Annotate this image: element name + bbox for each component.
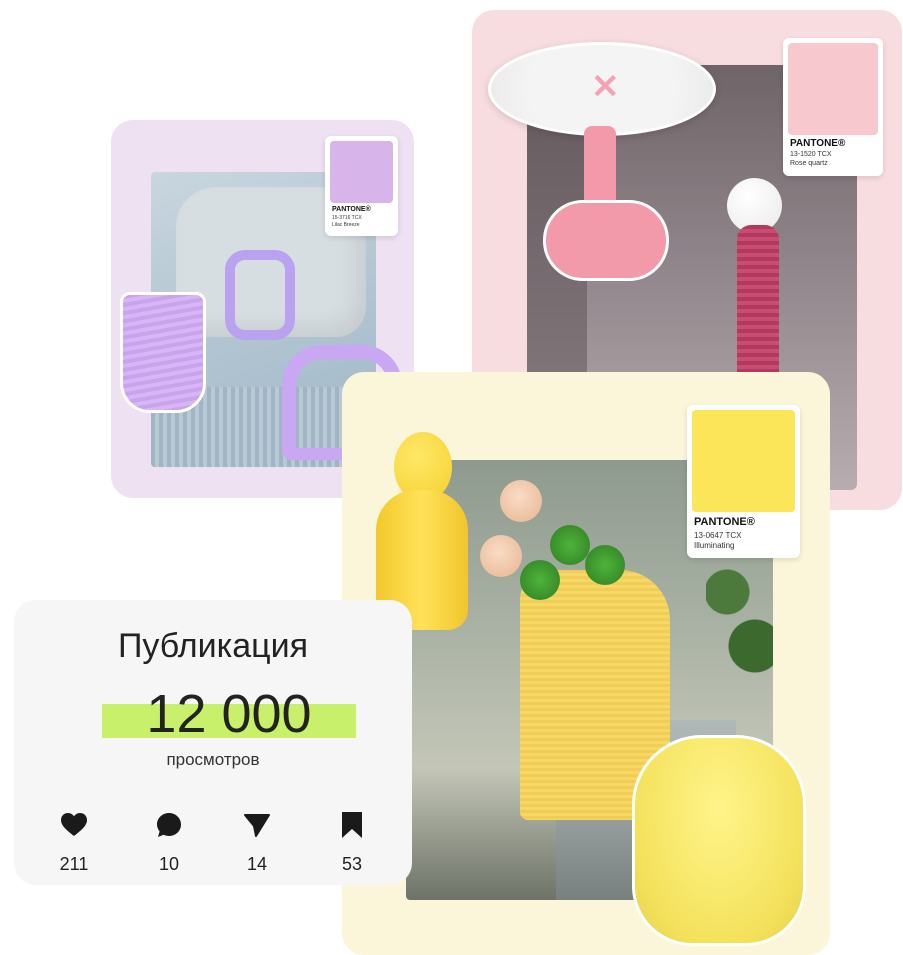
views-count: 12 000	[146, 684, 312, 744]
pantone-code: 13-0647 TCX	[694, 531, 742, 540]
color-chip	[788, 43, 878, 135]
views-label: просмотров	[166, 750, 260, 769]
pantone-color-name: Lilac Breeze	[332, 222, 360, 228]
stats-title: Публикация	[117, 627, 308, 665]
likes-metric: 211	[42, 810, 106, 875]
saves-count: 53	[341, 854, 363, 874]
pantone-color-name: Illuminating	[694, 541, 735, 550]
send-icon	[225, 810, 289, 840]
pantone-swatch-lilac: PANTONE® 15-3716 TCX Lilac Breeze	[325, 136, 398, 236]
views-counter: 12 000	[102, 682, 356, 744]
yellow-stool-image	[632, 735, 806, 946]
pantone-brand: PANTONE®	[694, 516, 755, 528]
comments-metric: 10	[137, 810, 201, 875]
color-chip	[692, 410, 795, 512]
comment-icon	[137, 810, 201, 840]
pantone-color-name: Rose quartz	[790, 160, 828, 167]
table-base-image	[543, 200, 669, 281]
likes-count: 211	[59, 854, 89, 874]
bookmark-icon	[320, 810, 384, 840]
shares-count: 14	[246, 854, 268, 874]
lilac-skirt-image	[120, 292, 206, 413]
shares-metric: 14	[225, 810, 289, 875]
lilac-keychain-image	[225, 250, 295, 340]
pantone-brand: PANTONE®	[790, 138, 846, 149]
pantone-brand: PANTONE®	[332, 206, 371, 213]
speckled-table-top-image: ✕	[488, 42, 716, 136]
flowers-image	[480, 480, 650, 600]
pantone-code: 13-1520 TCX	[790, 151, 832, 158]
ribbed-lamp-image	[737, 225, 779, 395]
color-chip	[330, 141, 393, 203]
comments-count: 10	[158, 854, 180, 874]
pantone-swatch-rose-quartz: PANTONE® 13-1520 TCX Rose quartz	[783, 38, 883, 176]
publication-stats-card: Публикация 12 000 просмотров 211 10 14 5…	[14, 600, 412, 885]
pantone-code: 15-3716 TCX	[332, 215, 362, 221]
heart-icon	[42, 810, 106, 840]
saves-metric: 53	[320, 810, 384, 875]
pantone-swatch-illuminating: PANTONE® 13-0647 TCX Illuminating	[687, 405, 800, 558]
